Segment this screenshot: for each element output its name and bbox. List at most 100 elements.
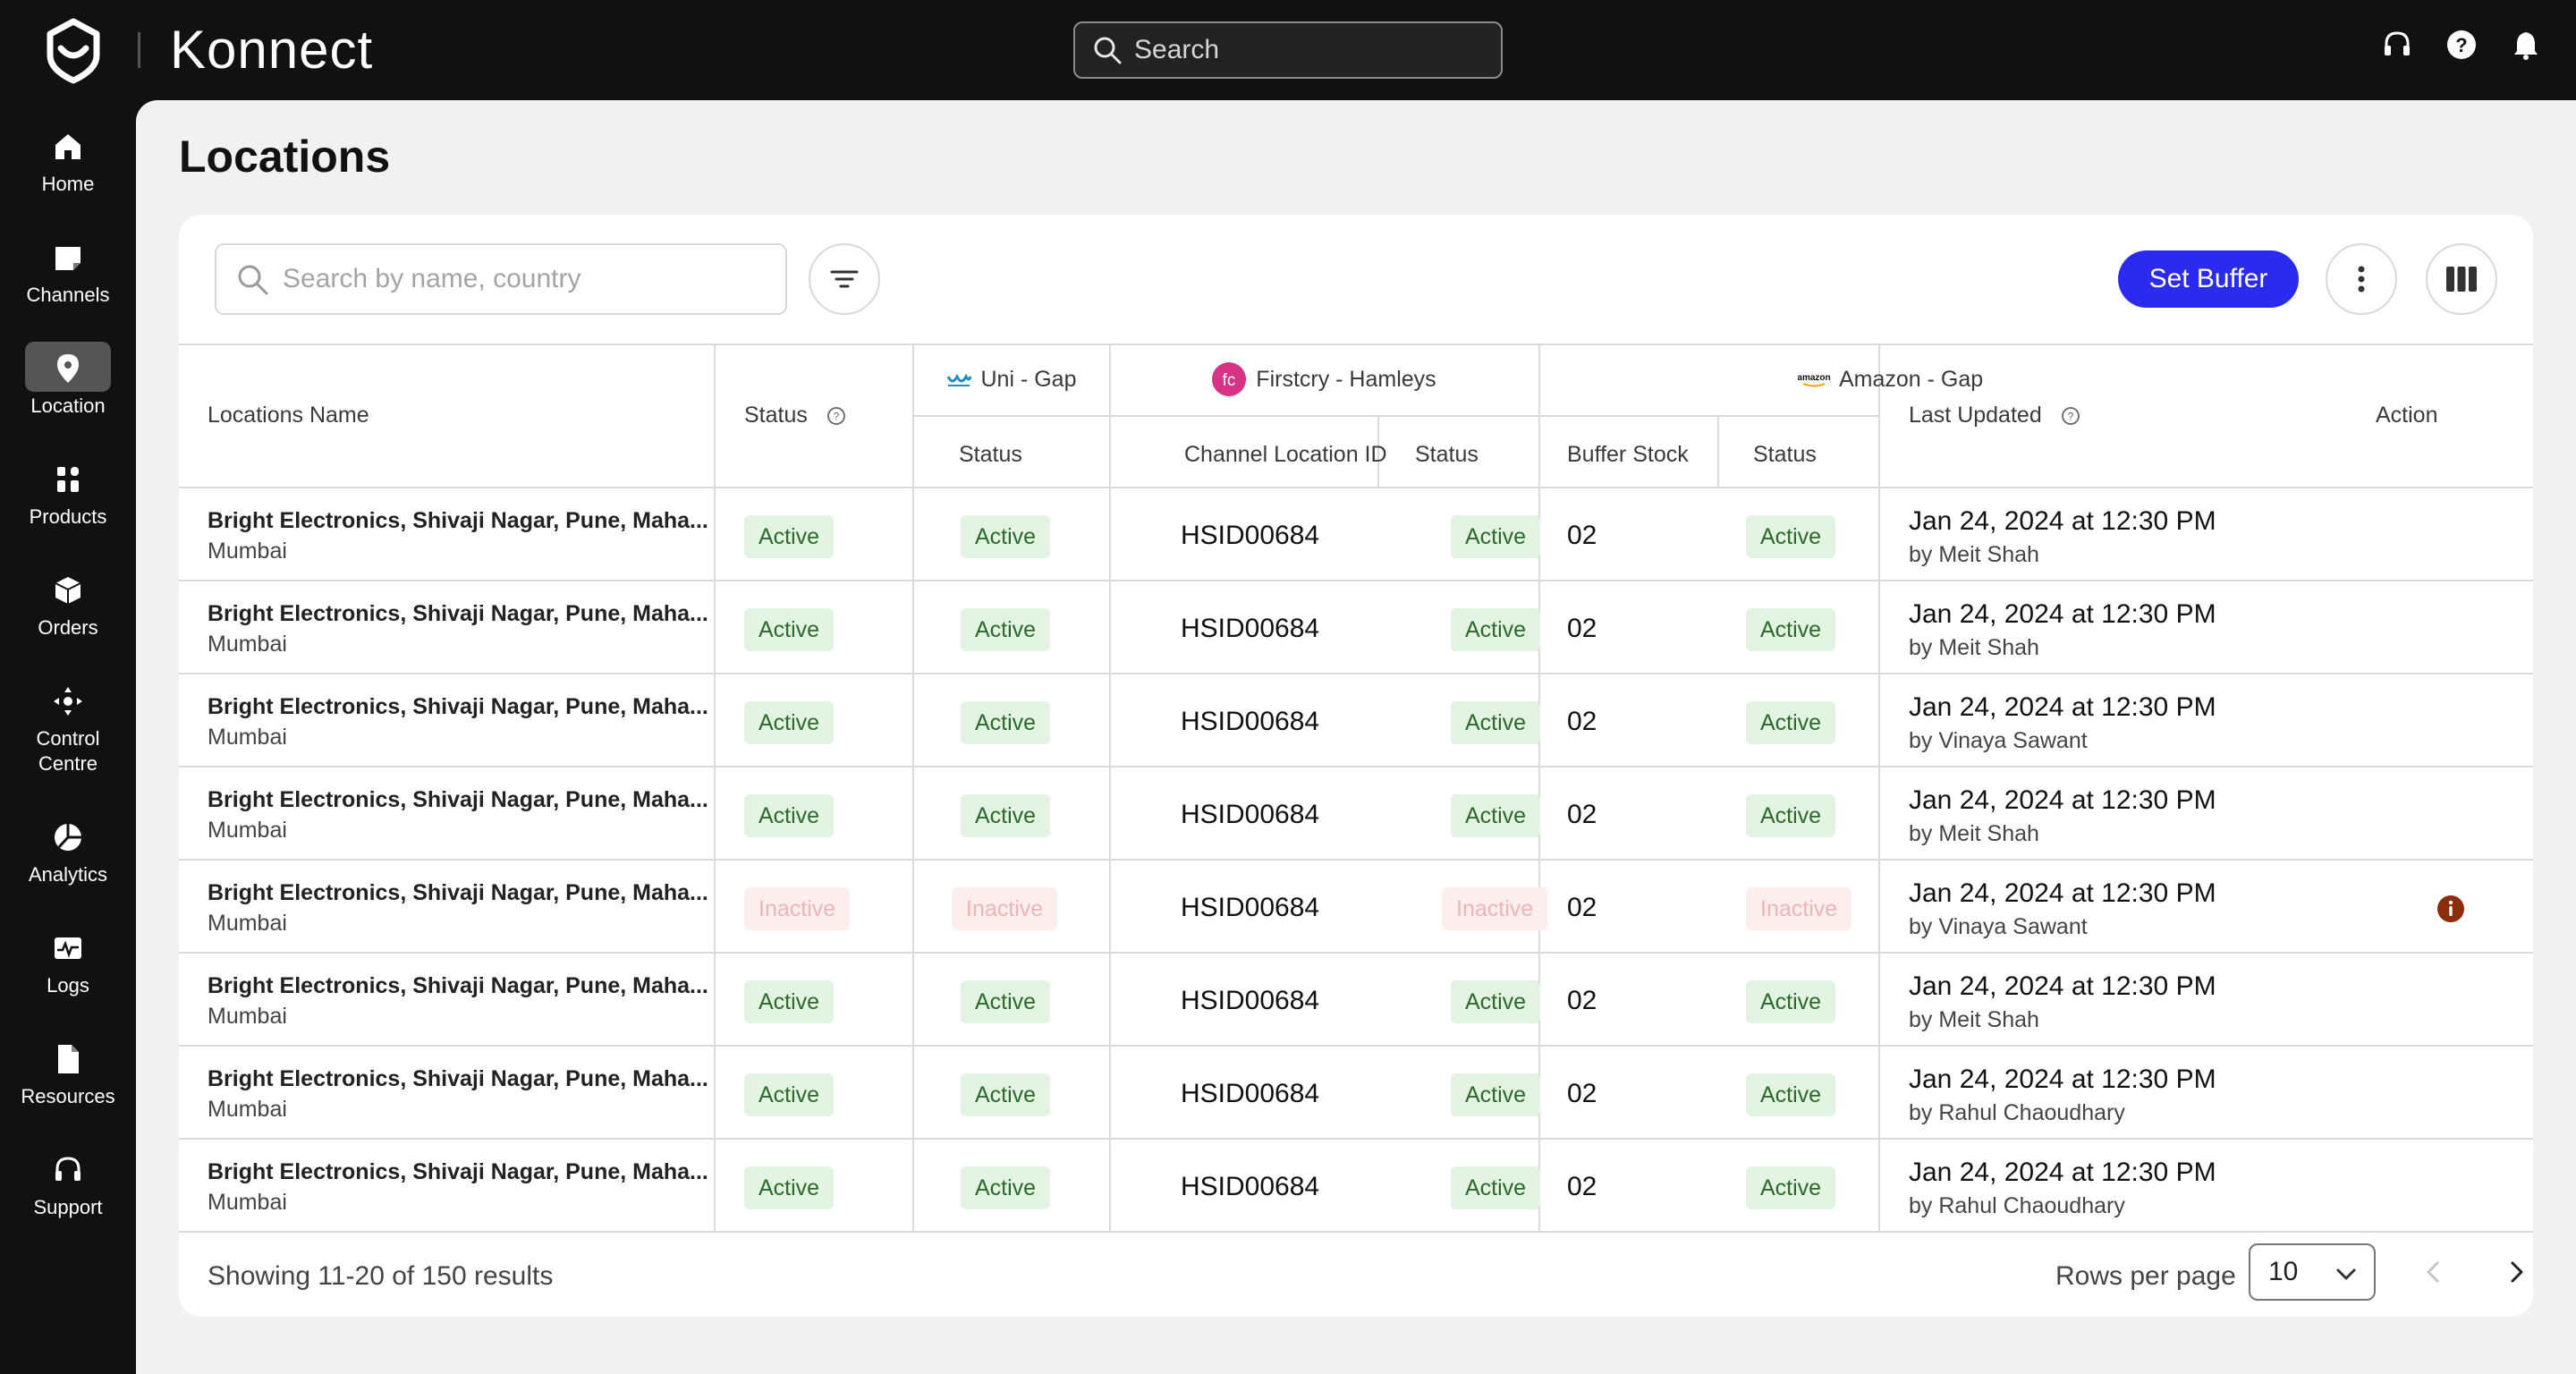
filter-icon — [830, 270, 859, 288]
channel-location-id: HSID00684 — [1181, 986, 1320, 1015]
status-badge: Active — [961, 980, 1051, 1023]
col-header-channel-location-id[interactable]: Channel Location ID — [1184, 442, 1387, 468]
table-row[interactable]: Bright Electronics, Shivaji Nagar, Pune,… — [179, 1047, 2533, 1140]
status-badge: Active — [744, 1073, 835, 1116]
sidebar-item-products[interactable]: Products — [0, 463, 136, 530]
table-row[interactable]: Bright Electronics, Shivaji Nagar, Pune,… — [179, 581, 2533, 674]
info-circle-icon[interactable]: ? — [826, 406, 846, 426]
status-badge: Active — [961, 1073, 1051, 1116]
global-search-input[interactable]: Search — [1073, 21, 1503, 79]
table-row[interactable]: Bright Electronics, Shivaji Nagar, Pune,… — [179, 674, 2533, 768]
rows-per-page-select[interactable]: 10 — [2249, 1243, 2376, 1301]
status-badge: Active — [744, 794, 835, 837]
status-badge: Active — [1451, 515, 1541, 558]
sidebar-item-location[interactable]: Location — [0, 342, 136, 419]
table-row[interactable]: Bright Electronics, Shivaji Nagar, Pune,… — [179, 768, 2533, 861]
status-badge: Active — [744, 608, 835, 651]
col-header-last-updated[interactable]: Last Updated ? — [1909, 403, 2080, 428]
konnect-logo-icon[interactable] — [39, 16, 107, 84]
col-header-uni-status[interactable]: Status — [959, 442, 1022, 468]
results-count: Showing 11-20 of 150 results — [208, 1261, 554, 1291]
channel-location-id: HSID00684 — [1181, 521, 1320, 550]
sidebar-item-label: Channels — [26, 284, 110, 306]
sidebar-item-logs[interactable]: Logs — [0, 932, 136, 998]
location-name[interactable]: Bright Electronics, Shivaji Nagar, Pune,… — [208, 508, 708, 534]
table-row[interactable]: Bright Electronics, Shivaji Nagar, Pune,… — [179, 1140, 2533, 1233]
filter-button[interactable] — [809, 243, 880, 315]
chevron-right-icon[interactable] — [2499, 1254, 2533, 1290]
buffer-stock-value: 02 — [1567, 521, 1597, 550]
status-badge: Active — [1746, 515, 1836, 558]
location-name[interactable]: Bright Electronics, Shivaji Nagar, Pune,… — [208, 1066, 708, 1092]
help-icon[interactable]: ? — [2445, 29, 2478, 61]
location-city: Mumbai — [208, 539, 287, 564]
location-name[interactable]: Bright Electronics, Shivaji Nagar, Pune,… — [208, 601, 708, 627]
buffer-stock-value: 02 — [1567, 614, 1597, 643]
products-icon — [57, 467, 79, 492]
sidebar-item-home[interactable]: Home — [0, 131, 136, 197]
location-city: Mumbai — [208, 911, 287, 936]
last-updated-by: by Meit Shah — [1909, 1007, 2039, 1032]
svg-text:fc: fc — [1223, 371, 1236, 390]
location-name[interactable]: Bright Electronics, Shivaji Nagar, Pune,… — [208, 880, 708, 906]
location-city: Mumbai — [208, 632, 287, 657]
chevron-left-icon[interactable] — [2415, 1254, 2451, 1290]
table-row[interactable]: Bright Electronics, Shivaji Nagar, Pune,… — [179, 954, 2533, 1047]
location-city: Mumbai — [208, 725, 287, 750]
sidebar-item-channels[interactable]: Channels — [0, 242, 136, 308]
col-header-status-label: Status — [744, 403, 808, 428]
status-badge: Active — [1746, 701, 1836, 744]
top-bar: Konnect Search ? — [0, 0, 2576, 100]
last-updated-date: Jan 24, 2024 at 12:30 PM — [1909, 506, 2216, 536]
sidebar-item-resources[interactable]: Resources — [0, 1043, 136, 1109]
group-header-firstcry-hamleys: fc Firstcry - Hamleys — [1109, 344, 1538, 415]
sidebar-item-label: Control — [36, 727, 100, 750]
bell-icon[interactable] — [2510, 29, 2542, 61]
status-badge: Inactive — [952, 887, 1058, 930]
col-header-status[interactable]: Status ? — [744, 403, 846, 428]
location-name[interactable]: Bright Electronics, Shivaji Nagar, Pune,… — [208, 787, 708, 813]
last-updated-date: Jan 24, 2024 at 12:30 PM — [1909, 692, 2216, 722]
chevron-down-icon — [2336, 1268, 2356, 1280]
col-header-firstcry-status[interactable]: Status — [1415, 442, 1479, 468]
sidebar-item-orders[interactable]: Orders — [0, 574, 136, 640]
col-header-buffer-stock[interactable]: Buffer Stock — [1567, 442, 1689, 468]
sidebar-item-support[interactable]: Support — [0, 1154, 136, 1220]
set-buffer-button[interactable]: Set Buffer — [2118, 250, 2299, 308]
headset-icon[interactable] — [2381, 29, 2413, 61]
group-header-uni-gap: Uni - Gap — [912, 344, 1109, 415]
location-name[interactable]: Bright Electronics, Shivaji Nagar, Pune,… — [208, 973, 708, 999]
location-name[interactable]: Bright Electronics, Shivaji Nagar, Pune,… — [208, 694, 708, 720]
column-settings-button[interactable] — [2426, 243, 2497, 315]
sidebar-item-analytics[interactable]: Analytics — [0, 821, 136, 887]
sidebar-item-control-centre[interactable]: Control Centre — [0, 685, 136, 776]
status-badge: Active — [961, 608, 1051, 651]
last-updated-by: by Vinaya Sawant — [1909, 914, 2088, 939]
status-badge: Active — [744, 980, 835, 1023]
last-updated-by: by Meit Shah — [1909, 542, 2039, 567]
warning-info-icon[interactable] — [2436, 895, 2465, 923]
status-badge: Active — [1451, 608, 1541, 651]
table-row[interactable]: Bright Electronics, Shivaji Nagar, Pune,… — [179, 861, 2533, 954]
info-circle-icon[interactable]: ? — [2061, 406, 2080, 426]
location-name[interactable]: Bright Electronics, Shivaji Nagar, Pune,… — [208, 1159, 708, 1185]
status-badge: Active — [1746, 608, 1836, 651]
svg-text:?: ? — [2067, 411, 2073, 423]
sidebar-item-label: Resources — [21, 1085, 115, 1107]
buffer-stock-value: 02 — [1567, 1079, 1597, 1108]
location-search-field[interactable] — [215, 243, 787, 315]
last-updated-date: Jan 24, 2024 at 12:30 PM — [1909, 878, 2216, 908]
last-updated-by: by Rahul Chaoudhary — [1909, 1100, 2125, 1125]
status-badge: Active — [1451, 980, 1541, 1023]
channel-location-id: HSID00684 — [1181, 614, 1320, 643]
location-search-input[interactable] — [283, 264, 766, 294]
channel-location-id: HSID00684 — [1181, 800, 1320, 829]
kebab-menu-icon — [2358, 266, 2365, 293]
table-row[interactable]: Bright Electronics, Shivaji Nagar, Pune,… — [179, 488, 2533, 581]
more-options-button[interactable] — [2326, 243, 2397, 315]
col-header-amazon-status[interactable]: Status — [1753, 442, 1817, 468]
status-badge: Active — [744, 1166, 835, 1209]
last-updated-by: by Vinaya Sawant — [1909, 728, 2088, 753]
col-header-location-name[interactable]: Locations Name — [208, 403, 369, 428]
search-icon — [1094, 37, 1122, 64]
